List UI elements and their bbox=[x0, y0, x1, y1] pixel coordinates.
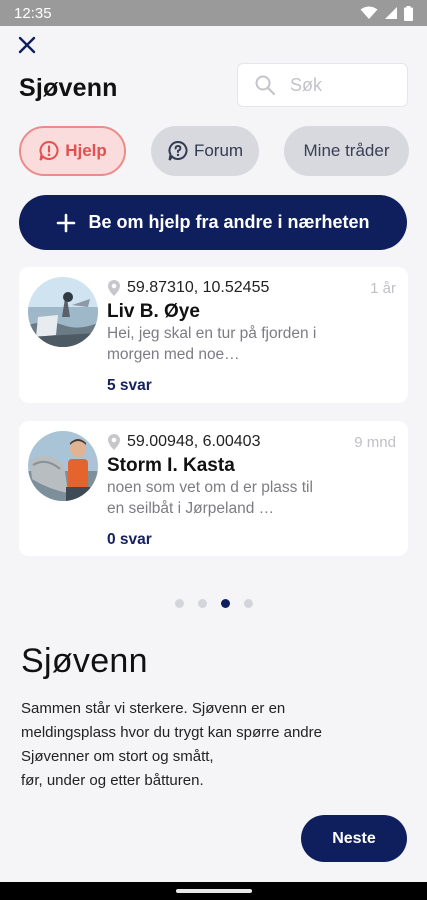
post-coordinates: 59.00948, 6.00403 bbox=[127, 433, 261, 450]
ask-for-help-button[interactable]: Be om hjelp fra andre i nærheten bbox=[19, 195, 407, 250]
tab-hjelp[interactable]: Hjelp bbox=[19, 126, 126, 176]
onboarding-text-line: Sjøvenner om stort og smått, bbox=[21, 748, 214, 765]
search-box[interactable] bbox=[237, 63, 408, 107]
post-coordinates: 59.87310, 10.52455 bbox=[127, 279, 270, 296]
onboarding-text-line: meldingsplass hvor du trygt kan spørre a… bbox=[21, 724, 322, 741]
page-dot[interactable] bbox=[197, 599, 207, 608]
post-age: 1 år bbox=[370, 280, 396, 297]
post-author: Liv B. Øye bbox=[107, 301, 200, 322]
post-author: Storm I. Kasta bbox=[107, 455, 235, 476]
tab-hjelp-label: Hjelp bbox=[65, 141, 107, 160]
plus-icon bbox=[57, 213, 76, 232]
post-card[interactable]: 59.87310, 10.52455 1 år Liv B. Øye Hei, … bbox=[19, 267, 408, 403]
page-indicator bbox=[0, 599, 427, 608]
ask-for-help-label: Be om hjelp fra andre i nærheten bbox=[88, 212, 370, 232]
post-message: noen som vet om d er plass til en seilbå… bbox=[107, 479, 313, 517]
tab-mine-trader[interactable]: Mine tråder bbox=[284, 126, 409, 176]
alert-chat-icon bbox=[39, 140, 59, 161]
next-button-label: Neste bbox=[332, 829, 376, 847]
home-handle[interactable] bbox=[176, 889, 252, 893]
search-input[interactable] bbox=[290, 74, 390, 96]
post-replies[interactable]: 5 svar bbox=[107, 377, 152, 395]
page-dot[interactable] bbox=[243, 599, 253, 608]
onboarding-title: Sjøvenn bbox=[21, 642, 148, 680]
search-icon bbox=[255, 75, 276, 96]
close-button[interactable] bbox=[16, 34, 38, 56]
onboarding-text-line: Sammen står vi sterkere. Sjøvenn er en bbox=[21, 700, 286, 717]
status-bar: 12:35 bbox=[0, 0, 427, 26]
location-pin-icon bbox=[108, 280, 120, 296]
system-nav-bar bbox=[0, 882, 427, 900]
post-replies[interactable]: 0 svar bbox=[107, 531, 152, 549]
tab-forum[interactable]: Forum bbox=[151, 126, 259, 176]
avatar bbox=[28, 431, 98, 501]
post-card[interactable]: 59.00948, 6.00403 9 mnd Storm I. Kasta n… bbox=[19, 421, 408, 556]
next-button[interactable]: Neste bbox=[301, 815, 407, 862]
battery-icon bbox=[404, 5, 413, 21]
page-title: Sjøvenn bbox=[19, 74, 118, 102]
signal-icon bbox=[385, 7, 397, 19]
post-message: Hei, jeg skal en tur på fjorden i morgen… bbox=[107, 325, 317, 363]
page-dot[interactable] bbox=[220, 599, 230, 608]
page-dot[interactable] bbox=[174, 599, 184, 608]
avatar bbox=[28, 277, 98, 347]
onboarding-text: Sammen står vi sterkere. Sjøvenn er en m… bbox=[21, 697, 361, 793]
question-chat-icon bbox=[168, 140, 188, 161]
tab-mine-trader-label: Mine tråder bbox=[303, 141, 390, 160]
tab-forum-label: Forum bbox=[193, 141, 244, 160]
location-pin-icon bbox=[108, 434, 120, 450]
status-time: 12:35 bbox=[14, 4, 52, 22]
post-age: 9 mnd bbox=[354, 434, 396, 451]
close-icon bbox=[18, 36, 36, 54]
onboarding-text-line: før, under og etter båtturen. bbox=[21, 772, 204, 789]
wifi-icon bbox=[360, 6, 378, 19]
